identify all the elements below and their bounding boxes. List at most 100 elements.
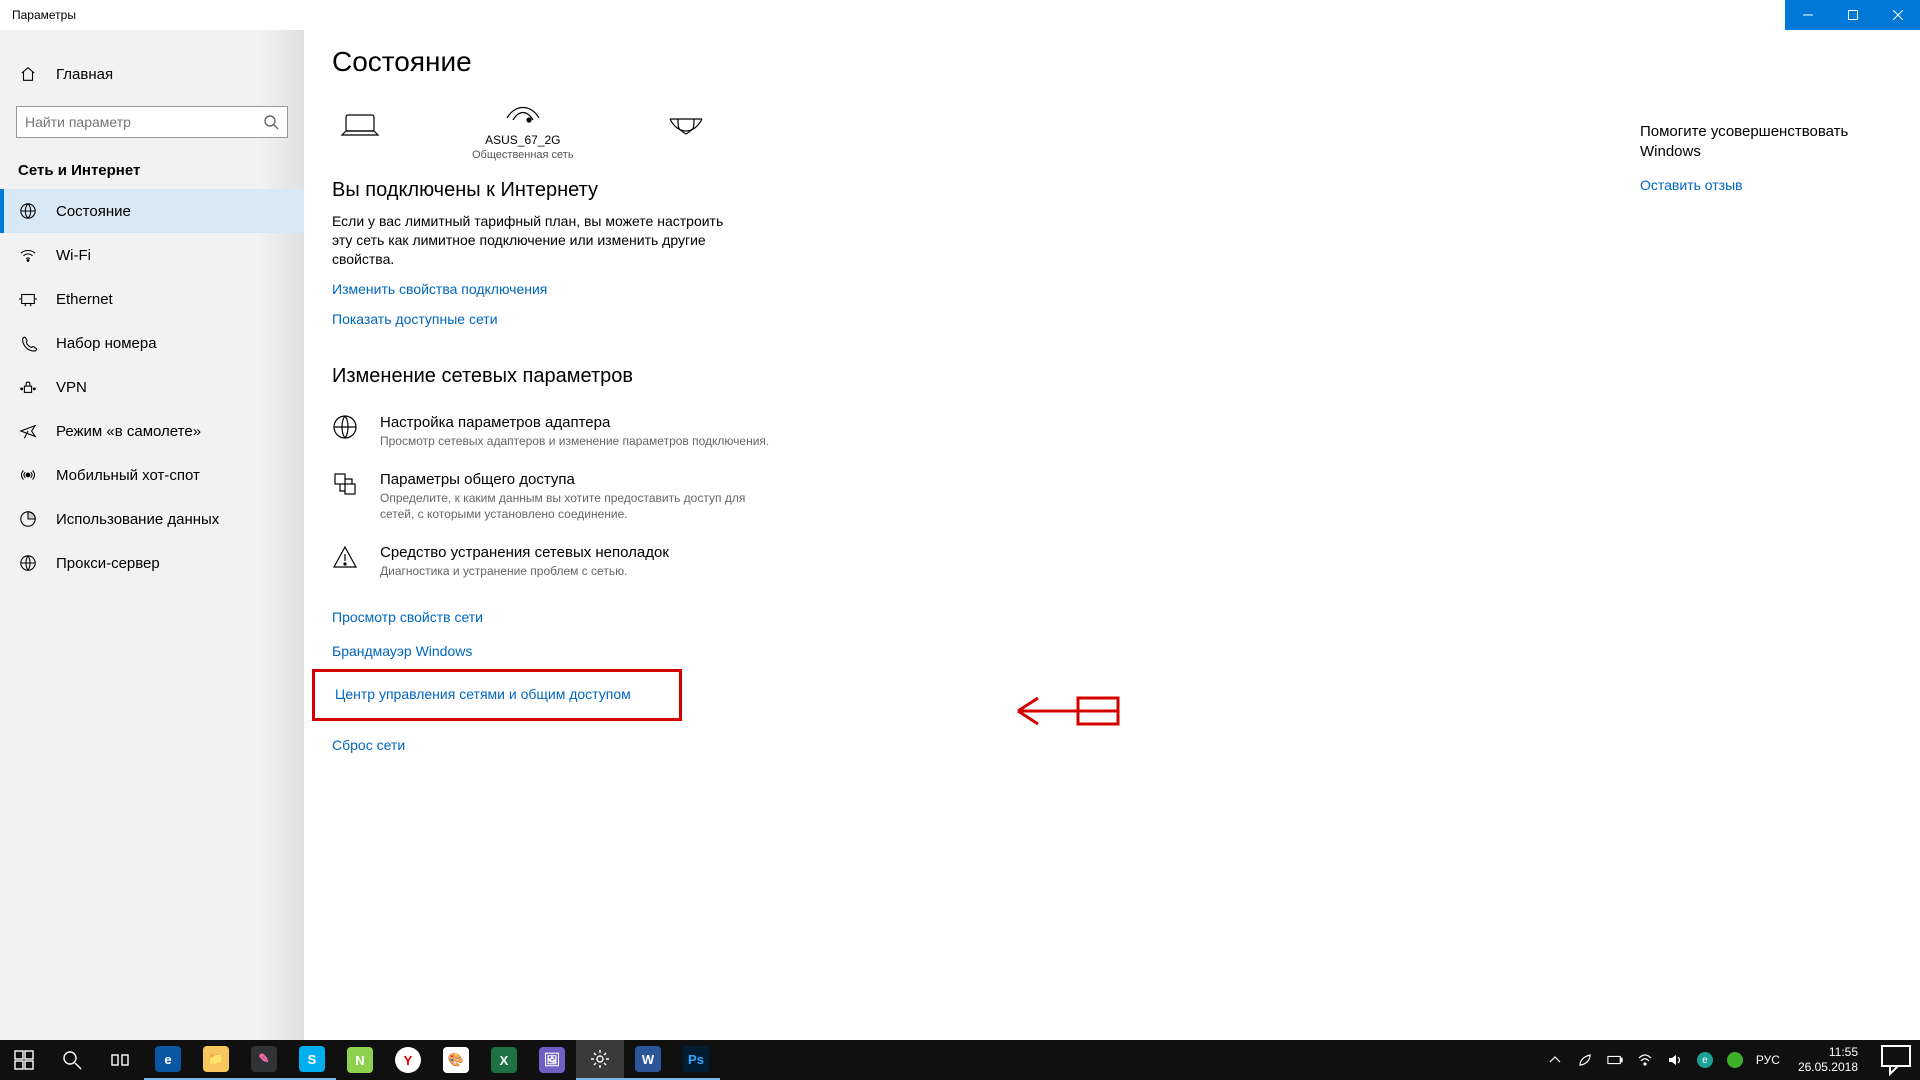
- tray-app1-icon[interactable]: e: [1696, 1051, 1714, 1069]
- proxy-icon: [18, 553, 38, 573]
- tray-battery-icon[interactable]: [1606, 1051, 1624, 1069]
- sidebar-item-status[interactable]: Состояние: [0, 189, 304, 233]
- link-feedback[interactable]: Оставить отзыв: [1640, 177, 1743, 193]
- laptop-icon: [338, 113, 382, 146]
- link-show-available-networks[interactable]: Показать доступные сети: [332, 311, 498, 327]
- right-pane: Помогите усовершенствовать Windows Остав…: [1640, 122, 1880, 195]
- wifi-signal-icon: [501, 98, 545, 131]
- link-network-reset[interactable]: Сброс сети: [332, 737, 405, 753]
- taskbar-app-skype[interactable]: S: [288, 1040, 336, 1080]
- close-button[interactable]: [1875, 0, 1920, 30]
- sidebar-item-label: Набор номера: [56, 335, 157, 352]
- network-type: Общественная сеть: [472, 149, 574, 161]
- warning-icon: [332, 544, 362, 575]
- option-adapter-settings[interactable]: Настройка параметров адаптера Просмотр с…: [332, 406, 782, 463]
- taskbar-app-joxi[interactable]: ✎: [240, 1040, 288, 1080]
- option-desc: Диагностика и устранение проблем с сетью…: [380, 563, 669, 579]
- ethernet-icon: [18, 289, 38, 309]
- tray-chevron-icon[interactable]: [1546, 1051, 1564, 1069]
- device-router: ASUS_67_2G Общественная сеть: [472, 98, 574, 161]
- dialup-icon: [18, 333, 38, 353]
- action-center-button[interactable]: [1876, 1040, 1916, 1080]
- taskbar-app-explorer[interactable]: 📁: [192, 1040, 240, 1080]
- device-internet: [664, 113, 708, 146]
- airplane-icon: [18, 421, 38, 441]
- taskbar-app-settings[interactable]: [576, 1040, 624, 1080]
- system-tray: e РУС 11:55 26.05.2018: [1546, 1040, 1920, 1080]
- start-button[interactable]: [0, 1040, 48, 1080]
- sidebar-category: Сеть и Интернет: [0, 148, 304, 189]
- link-change-connection-props[interactable]: Изменить свойства подключения: [332, 281, 547, 297]
- tray-date: 26.05.2018: [1798, 1060, 1858, 1075]
- sidebar-item-label: Ethernet: [56, 291, 113, 308]
- search-input[interactable]: [25, 114, 263, 130]
- page-heading: Состояние: [332, 46, 1892, 78]
- home-icon: [18, 64, 38, 84]
- sharing-icon: [332, 471, 362, 502]
- taskbar-app-photoshop[interactable]: Ps: [672, 1040, 720, 1080]
- sidebar-item-label: Wi-Fi: [56, 247, 91, 264]
- sidebar-item-hotspot[interactable]: Мобильный хот-спот: [0, 453, 304, 497]
- option-troubleshooter[interactable]: Средство устранения сетевых неполадок Ди…: [332, 536, 782, 593]
- link-view-network-props[interactable]: Просмотр свойств сети: [332, 609, 483, 625]
- connected-body: Если у вас лимитный тарифный план, вы мо…: [332, 212, 727, 269]
- taskbar-app-excel[interactable]: X: [480, 1040, 528, 1080]
- option-title: Параметры общего доступа: [380, 471, 782, 488]
- option-title: Средство устранения сетевых неполадок: [380, 544, 669, 561]
- annotation-arrow: [988, 686, 1128, 741]
- sidebar-item-label: Состояние: [56, 203, 131, 220]
- search-box[interactable]: [16, 106, 288, 138]
- option-title: Настройка параметров адаптера: [380, 414, 769, 431]
- taskview-button[interactable]: [96, 1040, 144, 1080]
- taskbar-app-gallery[interactable]: 🖼: [528, 1040, 576, 1080]
- option-sharing-settings[interactable]: Параметры общего доступа Определите, к к…: [332, 463, 782, 536]
- sidebar-item-ethernet[interactable]: Ethernet: [0, 277, 304, 321]
- taskbar-app-notepadpp[interactable]: N: [336, 1040, 384, 1080]
- status-icon: [18, 201, 38, 221]
- search-icon: [263, 114, 279, 130]
- sidebar-item-label: Прокси-сервер: [56, 555, 160, 572]
- sidebar-item-label: Режим «в самолете»: [56, 423, 201, 440]
- taskbar-app-word[interactable]: W: [624, 1040, 672, 1080]
- sidebar: Главная Сеть и Интернет Состояние Wi-Fi: [0, 30, 304, 1040]
- maximize-button[interactable]: [1830, 0, 1875, 30]
- content-area: Состояние ASUS_67_2G Общественная сеть: [304, 30, 1920, 1040]
- tray-wifi-icon[interactable]: [1636, 1051, 1654, 1069]
- sidebar-home[interactable]: Главная: [0, 52, 304, 96]
- sidebar-item-label: VPN: [56, 379, 87, 396]
- link-network-sharing-center[interactable]: Центр управления сетями и общим доступом: [335, 686, 631, 702]
- link-windows-firewall[interactable]: Брандмауэр Windows: [332, 643, 472, 659]
- tray-clock[interactable]: 11:55 26.05.2018: [1792, 1045, 1864, 1075]
- sidebar-item-label: Использование данных: [56, 511, 219, 528]
- window-title: Параметры: [0, 0, 76, 30]
- adapter-icon: [332, 414, 362, 445]
- minimize-button[interactable]: [1785, 0, 1830, 30]
- tray-volume-icon[interactable]: [1666, 1051, 1684, 1069]
- device-pc: [338, 113, 382, 146]
- option-desc: Определите, к каким данным вы хотите пре…: [380, 490, 782, 522]
- network-ssid: ASUS_67_2G: [485, 133, 560, 147]
- change-settings-heading: Изменение сетевых параметров: [332, 365, 1102, 388]
- vpn-icon: [18, 377, 38, 397]
- tray-leaf-icon[interactable]: [1576, 1051, 1594, 1069]
- taskbar: e 📁 ✎ S N Y 🎨 X 🖼 W Ps e РУС 11:55 26.05…: [0, 1040, 1920, 1080]
- sidebar-item-proxy[interactable]: Прокси-сервер: [0, 541, 304, 585]
- rightpane-title: Помогите усовершенствовать Windows: [1640, 122, 1880, 161]
- taskbar-app-paint[interactable]: 🎨: [432, 1040, 480, 1080]
- sidebar-item-airplane[interactable]: Режим «в самолете»: [0, 409, 304, 453]
- sidebar-item-dialup[interactable]: Набор номера: [0, 321, 304, 365]
- sidebar-item-vpn[interactable]: VPN: [0, 365, 304, 409]
- tray-time: 11:55: [1798, 1045, 1858, 1060]
- search-button[interactable]: [48, 1040, 96, 1080]
- datausage-icon: [18, 509, 38, 529]
- sidebar-item-datausage[interactable]: Использование данных: [0, 497, 304, 541]
- globe-icon: [664, 113, 708, 146]
- window-titlebar: Параметры: [0, 0, 1920, 30]
- taskbar-app-edge[interactable]: e: [144, 1040, 192, 1080]
- taskbar-app-yandex[interactable]: Y: [384, 1040, 432, 1080]
- sidebar-home-label: Главная: [56, 66, 113, 83]
- tray-app2-icon[interactable]: [1726, 1051, 1744, 1069]
- tray-language[interactable]: РУС: [1756, 1053, 1780, 1067]
- sidebar-item-wifi[interactable]: Wi-Fi: [0, 233, 304, 277]
- wifi-icon: [18, 245, 38, 265]
